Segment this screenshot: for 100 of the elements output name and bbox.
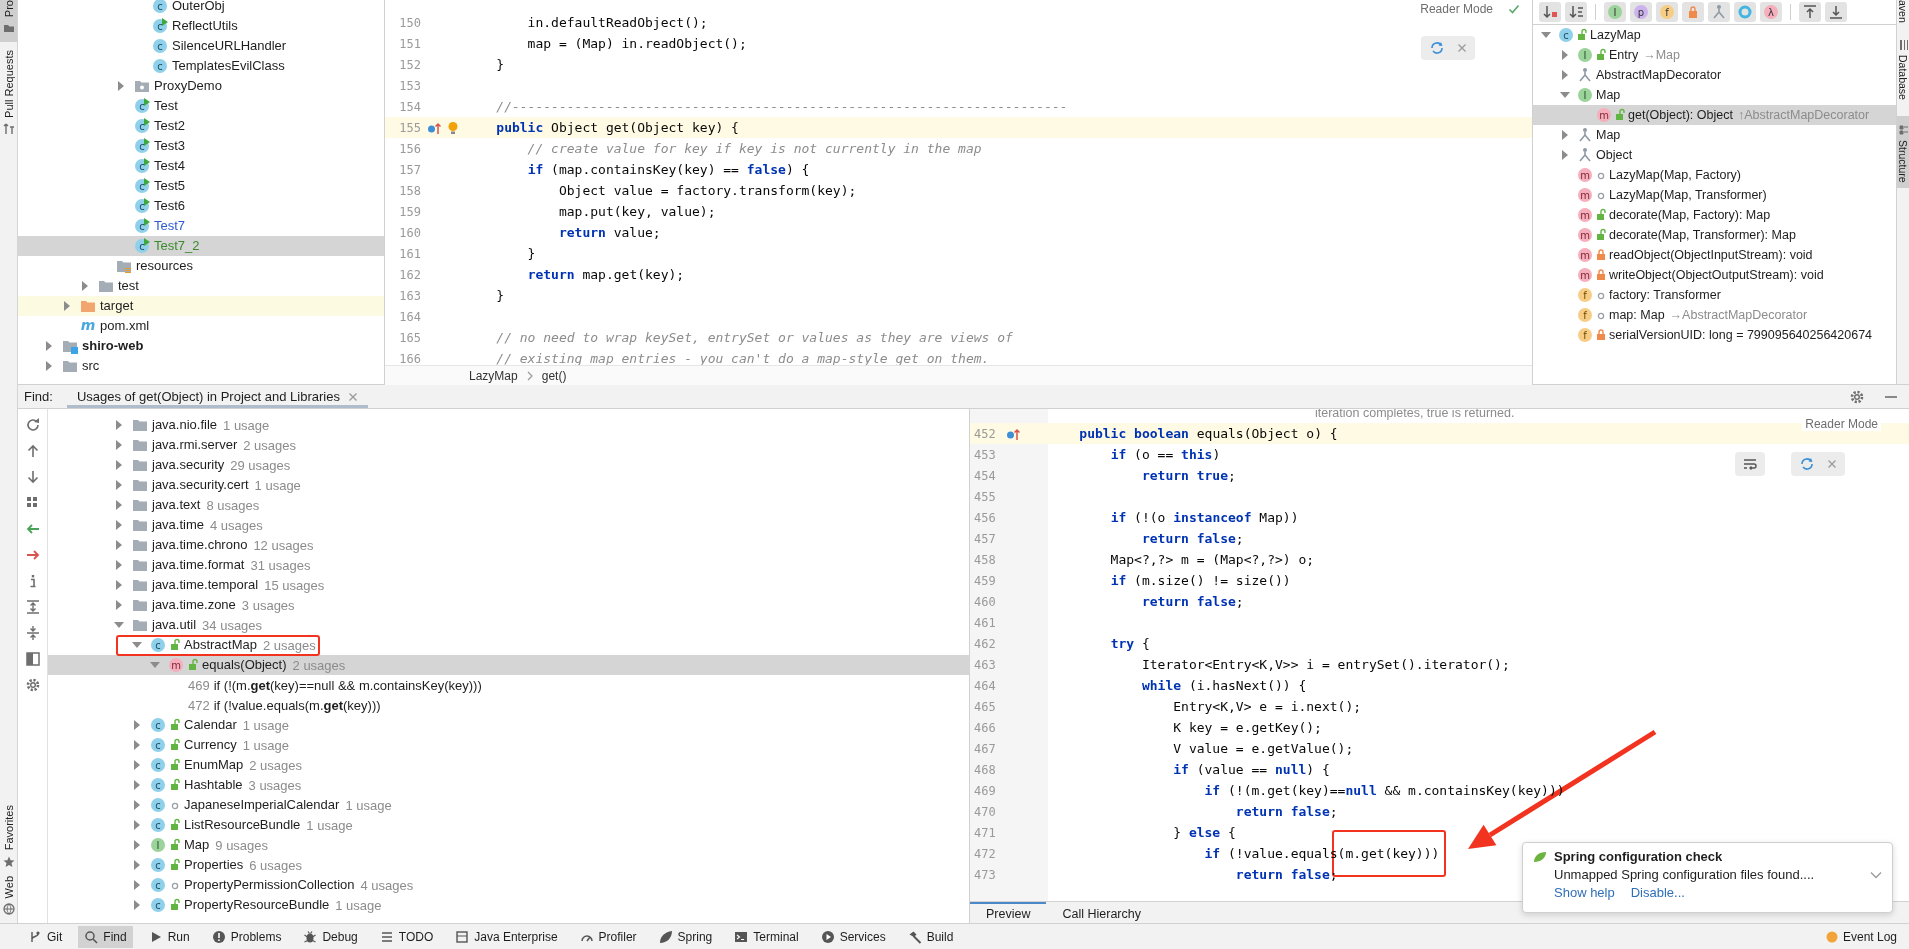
triangle-right-icon[interactable] [80, 281, 90, 291]
tree-item[interactable]: c AbstractMap 2 usages [48, 635, 970, 655]
triangle-right-icon[interactable] [132, 820, 142, 830]
tree-item[interactable]: c Hashtable 3 usages [48, 775, 970, 795]
tree-item[interactable]: resources [18, 256, 384, 276]
tree-item[interactable]: java.rmi.server 2 usages [48, 435, 970, 455]
tree-item[interactable]: c Test3 [18, 136, 384, 156]
close-icon[interactable] [347, 391, 358, 402]
breadcrumb[interactable]: get() [541, 368, 567, 383]
tree-item[interactable]: 472 if (!value.equals(m.get(key))) [48, 695, 970, 715]
panel-icon[interactable] [24, 651, 41, 667]
triangle-right-icon[interactable] [114, 540, 124, 550]
reload-icon[interactable] [1799, 456, 1815, 472]
toolbar-button[interactable] [1799, 2, 1821, 22]
tree-item[interactable]: java.util 34 usages [48, 615, 970, 635]
triangle-right-icon[interactable] [1560, 150, 1570, 160]
tree-item[interactable]: AbstractMapDecorator [1533, 65, 1896, 85]
tree-item[interactable]: java.text 8 usages [48, 495, 970, 515]
tree-item[interactable]: c ListResourceBundle 1 usage [48, 815, 970, 835]
triangle-right-icon[interactable] [114, 520, 124, 530]
triangle-down-icon[interactable] [114, 620, 124, 630]
tool-window-tab[interactable]: Pull Requests [0, 50, 17, 143]
tool-window-button[interactable]: Run [142, 925, 196, 948]
triangle-right-icon[interactable] [132, 800, 142, 810]
tree-item[interactable]: c Test6 [18, 196, 384, 216]
tool-window-button[interactable]: Problems [205, 925, 288, 948]
tree-item[interactable]: java.time.zone 3 usages [48, 595, 970, 615]
tree-item[interactable]: c Properties 6 usages [48, 855, 970, 875]
triangle-right-icon[interactable] [114, 560, 124, 570]
triangle-right-icon[interactable] [132, 840, 142, 850]
toolbar-button[interactable] [1539, 2, 1561, 22]
triangle-down-icon[interactable] [150, 660, 160, 670]
tool-window-button[interactable]: Profiler [573, 925, 643, 948]
triangle-right-icon[interactable] [132, 760, 142, 770]
triangle-right-icon[interactable] [114, 480, 124, 490]
triangle-right-icon[interactable] [132, 720, 142, 730]
tree-item[interactable]: m decorate(Map, Factory): Map [1533, 205, 1896, 225]
settings-icon[interactable] [1849, 388, 1865, 405]
toolbar-button[interactable] [1565, 2, 1587, 22]
tool-window-tab[interactable]: Structure [1897, 115, 1909, 189]
tree-item[interactable]: c EnumMap 2 usages [48, 755, 970, 775]
tree-item[interactable]: m pom.xml [18, 316, 384, 336]
triangle-right-icon[interactable] [114, 580, 124, 590]
close-icon[interactable] [1457, 43, 1467, 53]
tree-item[interactable]: c Test7_2 [18, 236, 384, 256]
link[interactable]: Show help [1554, 885, 1615, 900]
toolbar-button[interactable] [1825, 2, 1847, 22]
tree-item[interactable]: m get(Object): Object ↑AbstractMapDecorator [1533, 105, 1896, 125]
triangle-down-icon[interactable] [1560, 90, 1570, 100]
tree-item[interactable]: m LazyMap(Map, Factory) [1533, 165, 1896, 185]
tree-item[interactable]: java.security.cert 1 usage [48, 475, 970, 495]
tree-item[interactable]: m LazyMap(Map, Transformer) [1533, 185, 1896, 205]
tool-window-button[interactable]: Git [22, 925, 69, 948]
tree-item[interactable]: f serialVersionUID: long = 799095640256420674 [1533, 325, 1896, 345]
tree-item[interactable]: m readObject(ObjectInputStream): void [1533, 245, 1896, 265]
tree-item[interactable]: target [18, 296, 384, 316]
triangle-down-icon[interactable] [1541, 30, 1551, 40]
tree-item[interactable]: c Test [18, 96, 384, 116]
triangle-right-icon[interactable] [1560, 70, 1570, 80]
expand-icon[interactable] [24, 599, 41, 615]
override-marker-icon[interactable] [427, 120, 441, 135]
tree-item[interactable]: c TemplatesEvilClass [18, 56, 384, 76]
tree-item[interactable]: java.time 4 usages [48, 515, 970, 535]
lightbulb-icon[interactable] [447, 120, 459, 135]
reader-mode-link[interactable]: Reader Mode [1802, 417, 1881, 431]
tree-item[interactable]: c PropertyResourceBundle 1 usage [48, 895, 970, 915]
tree-item[interactable]: src [18, 356, 384, 376]
override-marker-icon[interactable] [1006, 426, 1020, 441]
tool-window-button[interactable]: Find [78, 925, 133, 948]
tool-window-tab[interactable]: Favorites [0, 805, 17, 876]
tool-window-tab[interactable]: Database [1897, 38, 1909, 106]
breadcrumb[interactable]: LazyMap [469, 368, 518, 383]
triangle-right-icon[interactable] [44, 361, 54, 371]
tree-item[interactable]: c Calendar 1 usage [48, 715, 970, 735]
tree-item[interactable]: c Currency 1 usage [48, 735, 970, 755]
triangle-down-icon[interactable] [132, 640, 142, 650]
tree-item[interactable]: f map: Map →AbstractMapDecorator [1533, 305, 1896, 325]
triangle-right-icon[interactable] [114, 460, 124, 470]
triangle-right-icon[interactable] [114, 440, 124, 450]
triangle-right-icon[interactable] [114, 420, 124, 430]
tool-window-button[interactable]: Event Log [1819, 925, 1903, 948]
triangle-right-icon[interactable] [132, 860, 142, 870]
tree-item[interactable]: c ReflectUtils [18, 16, 384, 36]
tab[interactable]: Usages of get(Object) in Project and Libraries [66, 385, 368, 408]
tree-item[interactable]: c LazyMap [1533, 25, 1896, 45]
tree-item[interactable]: I Map [1533, 85, 1896, 105]
tree-item[interactable]: java.security 29 usages [48, 455, 970, 475]
tree-item[interactable]: m decorate(Map, Transformer): Map [1533, 225, 1896, 245]
triangle-right-icon[interactable] [132, 880, 142, 890]
toolbar-button[interactable] [1708, 2, 1730, 22]
tree-item[interactable]: c Test7 [18, 216, 384, 236]
tree-item[interactable]: 469 if (!(m.get(key)==null && m.containsKey(key))) [48, 675, 970, 695]
tree-item[interactable]: c SilenceURLHandler [18, 36, 384, 56]
tree-item[interactable]: java.time.format 31 usages [48, 555, 970, 575]
tree-item[interactable]: java.time.temporal 15 usages [48, 575, 970, 595]
triangle-right-icon[interactable] [132, 900, 142, 910]
tool-window-button[interactable]: TODO [373, 925, 440, 948]
tool-window-tab[interactable]: Web [0, 875, 17, 923]
tool-window-tab[interactable]: Pro [0, 0, 17, 43]
tool-window-button[interactable]: Spring [652, 925, 719, 948]
